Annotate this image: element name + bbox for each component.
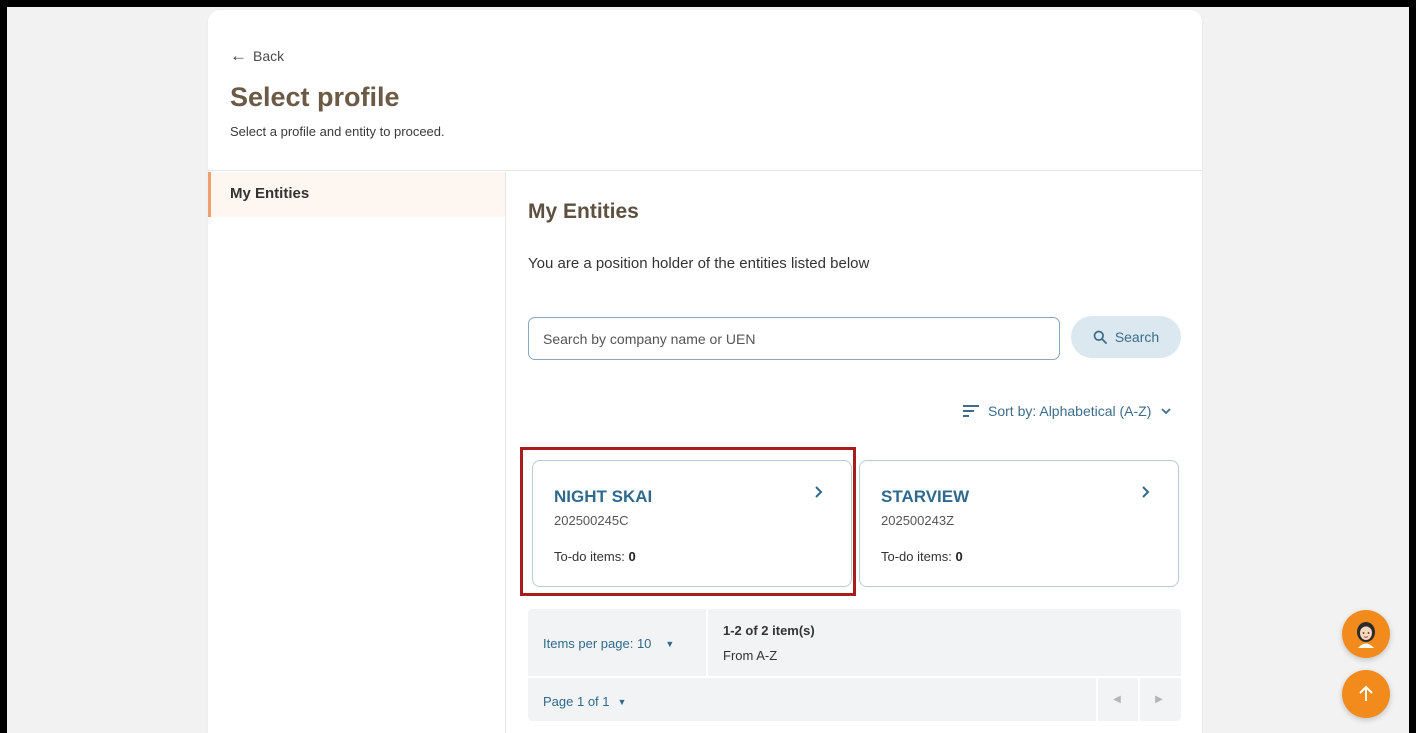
page-select[interactable]: Page 1 of 1 ▼ [543, 694, 626, 709]
sort-dropdown[interactable]: Sort by: Alphabetical (A-Z) [963, 403, 1172, 419]
entity-card-starview[interactable]: STARVIEW 202500243Z To-do items: 0 [859, 460, 1179, 587]
next-page-button[interactable]: ▶ [1138, 678, 1178, 721]
entity-todo: To-do items: 0 [881, 549, 963, 564]
search-icon [1093, 330, 1107, 344]
entity-name: STARVIEW [881, 487, 970, 506]
sidebar-item-label: My Entities [230, 185, 310, 202]
section-description: You are a position holder of the entitie… [528, 255, 870, 272]
arrow-up-icon [1359, 685, 1373, 701]
chevron-down-icon [1161, 408, 1172, 415]
search-button-label: Search [1114, 329, 1160, 345]
sidebar-item-my-entities[interactable]: My Entities [208, 172, 505, 217]
page-title: Select profile [230, 82, 400, 112]
pager-divider [706, 609, 708, 676]
sort-label: Sort by: Alphabetical (A-Z) [988, 403, 1152, 419]
caret-right-icon: ▶ [1155, 694, 1163, 705]
chat-assistant-button[interactable] [1342, 610, 1390, 658]
chevron-right-icon [1142, 486, 1150, 498]
assistant-avatar-icon [1357, 622, 1375, 648]
back-link[interactable]: ← Back [230, 47, 284, 64]
todo-count: 0 [955, 549, 963, 564]
todo-label: To-do items: [554, 549, 625, 564]
caret-down-icon: ▼ [665, 638, 675, 649]
chevron-right-icon [815, 486, 823, 498]
pager-divider [528, 676, 1181, 678]
scroll-to-top-button[interactable] [1342, 670, 1390, 718]
caret-left-icon: ◀ [1113, 694, 1121, 705]
entity-name: NIGHT SKAI [554, 487, 653, 506]
search-button[interactable]: Search [1071, 316, 1181, 358]
todo-count: 0 [628, 549, 636, 564]
page-header: ← Back Select profile Select a profile a… [208, 10, 1202, 171]
items-per-page-label: Items per page: 10 [543, 636, 652, 651]
todo-label: To-do items: [881, 549, 952, 564]
profile-panel: ← Back Select profile Select a profile a… [208, 10, 1202, 733]
back-label: Back [253, 47, 285, 64]
pagination-bar: Items per page: 10 ▼ 1-2 of 2 item(s) Fr… [528, 609, 1181, 721]
sort-order-label: From A-Z [723, 648, 778, 663]
caret-down-icon: ▼ [617, 696, 627, 707]
section-title: My Entities [528, 200, 639, 223]
arrow-left-icon: ← [230, 46, 247, 65]
entity-todo: To-do items: 0 [554, 549, 636, 564]
search-input[interactable] [528, 317, 1060, 360]
sort-lines-icon [963, 405, 979, 417]
entity-uen: 202500245C [554, 513, 629, 528]
items-per-page-select[interactable]: Items per page: 10 ▼ [543, 636, 674, 651]
page-label: Page 1 of 1 [543, 694, 610, 709]
page-subtitle: Select a profile and entity to proceed. [230, 124, 445, 139]
sidebar: My Entities [208, 172, 506, 733]
prev-page-button[interactable]: ◀ [1096, 678, 1136, 721]
entity-card-night-skai[interactable]: NIGHT SKAI 202500245C To-do items: 0 [532, 460, 852, 587]
item-range: 1-2 of 2 item(s) [723, 623, 815, 638]
entity-uen: 202500243Z [881, 513, 955, 528]
